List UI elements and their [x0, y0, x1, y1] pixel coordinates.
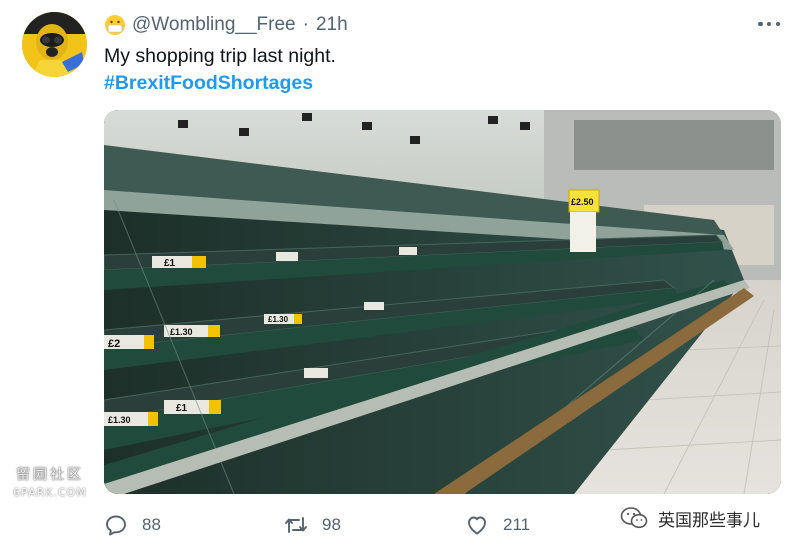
watermark-right-text: 英国那些事儿 — [658, 510, 760, 531]
retweet-count: 98 — [322, 515, 341, 534]
username[interactable]: @Wombling__Free — [132, 14, 296, 36]
tweet-card[interactable]: @Wombling__Free · 21h My shopping trip l… — [0, 0, 800, 552]
tweet-photo[interactable]: £1 £1.30 £2 £1 £1.30 £1.30 £2.50 — [104, 110, 781, 494]
reply-button[interactable]: 88 — [104, 510, 161, 540]
hashtag-link[interactable]: #BrexitFoodShortages — [104, 70, 313, 96]
price-label: £1.30 — [108, 415, 131, 425]
retweet-icon — [285, 517, 307, 533]
more-options-icon[interactable] — [758, 18, 780, 30]
reply-icon — [106, 515, 126, 536]
face-with-mask-icon — [105, 15, 125, 35]
heart-icon — [468, 516, 486, 535]
retweet-button[interactable]: 98 — [284, 510, 341, 540]
price-label: £1 — [176, 403, 188, 414]
watermark-en: 6PARK.COM — [13, 486, 87, 499]
hazmat-mask-icon — [22, 12, 87, 77]
empty-supermarket-shelves-photo: £1 £1.30 £2 £1 £1.30 £1.30 £2.50 — [104, 110, 781, 494]
watermark-right: 英国那些事儿 — [620, 504, 760, 532]
timestamp[interactable]: 21h — [316, 14, 348, 36]
header-separator: · — [302, 14, 309, 35]
tweet-header: @Wombling__Free · 21h — [104, 13, 348, 37]
promo-sign: £2.50 — [571, 197, 594, 207]
tweet-actions: 88 98 211 — [104, 510, 544, 540]
price-label: £1.30 — [268, 315, 289, 324]
reply-count: 88 — [142, 515, 161, 534]
price-label: £1.30 — [170, 327, 193, 337]
watermark-left: 留园社区 6PARK.COM — [10, 464, 90, 499]
wechat-icon — [620, 507, 648, 529]
price-label: £1 — [164, 258, 176, 269]
price-label: £2 — [108, 338, 120, 350]
tweet-text: My shopping trip last night. — [104, 45, 336, 67]
like-button[interactable]: 211 — [465, 510, 530, 540]
watermark-cn: 留园社区 — [16, 467, 84, 483]
like-count: 211 — [503, 515, 531, 534]
avatar[interactable] — [22, 12, 87, 77]
